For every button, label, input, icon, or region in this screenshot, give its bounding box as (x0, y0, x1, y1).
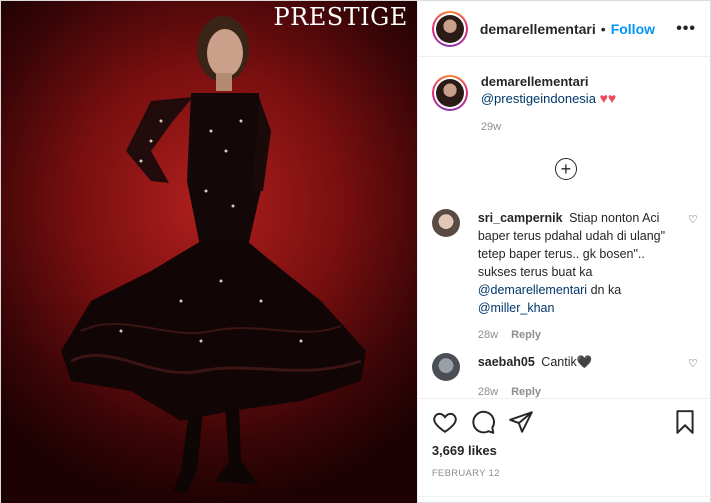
add-comment-bar[interactable] (417, 496, 711, 503)
commenter-avatar[interactable] (431, 209, 460, 237)
comment-item: sri_campernik Stiap nonton Aci baper ter… (431, 209, 698, 344)
instagram-post: PRESTIGE demarellementari • Follow ••• d… (0, 0, 711, 503)
follow-button[interactable]: Follow (611, 21, 655, 37)
post-sidebar: demarellementari • Follow ••• demarellem… (416, 1, 711, 503)
post-date[interactable]: FEBRUARY 12 (432, 468, 698, 479)
post-header: demarellementari • Follow ••• (417, 1, 710, 57)
reply-button[interactable]: Reply (511, 386, 541, 398)
comment-mention[interactable]: @miller_khan (478, 301, 555, 315)
caption-mention[interactable]: @prestigeindonesia (481, 91, 596, 106)
author-username[interactable]: demarellementari (480, 21, 596, 37)
comment-text: Cantik🖤 (541, 355, 593, 369)
bookmark-icon[interactable] (672, 409, 698, 435)
author-avatar[interactable] (431, 10, 468, 47)
model-figure (61, 16, 366, 493)
comment-like-icon[interactable]: ♡ (688, 357, 698, 370)
heart-emoji: ♥♥ (599, 90, 617, 106)
caption-avatar[interactable] (431, 75, 468, 111)
heart-icon[interactable] (432, 409, 458, 435)
share-icon[interactable] (508, 409, 534, 435)
separator-dot: • (600, 20, 606, 37)
comment-like-icon[interactable]: ♡ (688, 213, 698, 226)
comment-username[interactable]: sri_campernik (478, 211, 563, 225)
more-options-icon[interactable]: ••• (676, 20, 696, 38)
comment-item: saebah05 Cantik🖤 28w Reply ♡ (431, 353, 698, 401)
comment-text-mid: dn ka (590, 283, 622, 297)
comment-username[interactable]: saebah05 (478, 355, 535, 369)
comment-icon[interactable] (470, 409, 496, 435)
likes-count[interactable]: 3,669 likes (432, 443, 698, 458)
comment-time[interactable]: 28w (478, 329, 498, 341)
caption-username[interactable]: demarellementari (481, 73, 616, 90)
post-actions: 3,669 likes FEBRUARY 12 (417, 398, 711, 479)
reply-button[interactable]: Reply (511, 329, 541, 341)
plus-circle-icon[interactable]: + (554, 158, 577, 180)
comment-meta: 28w Reply (478, 326, 678, 344)
comment-mention[interactable]: @demarellementari (478, 283, 587, 297)
caption-time[interactable]: 29w (481, 119, 616, 136)
comment-time[interactable]: 28w (478, 386, 498, 398)
commenter-avatar[interactable] (431, 353, 460, 381)
post-caption: demarellementari @prestigeindonesia ♥♥ 2… (418, 57, 710, 136)
post-photo[interactable]: PRESTIGE (1, 1, 417, 503)
